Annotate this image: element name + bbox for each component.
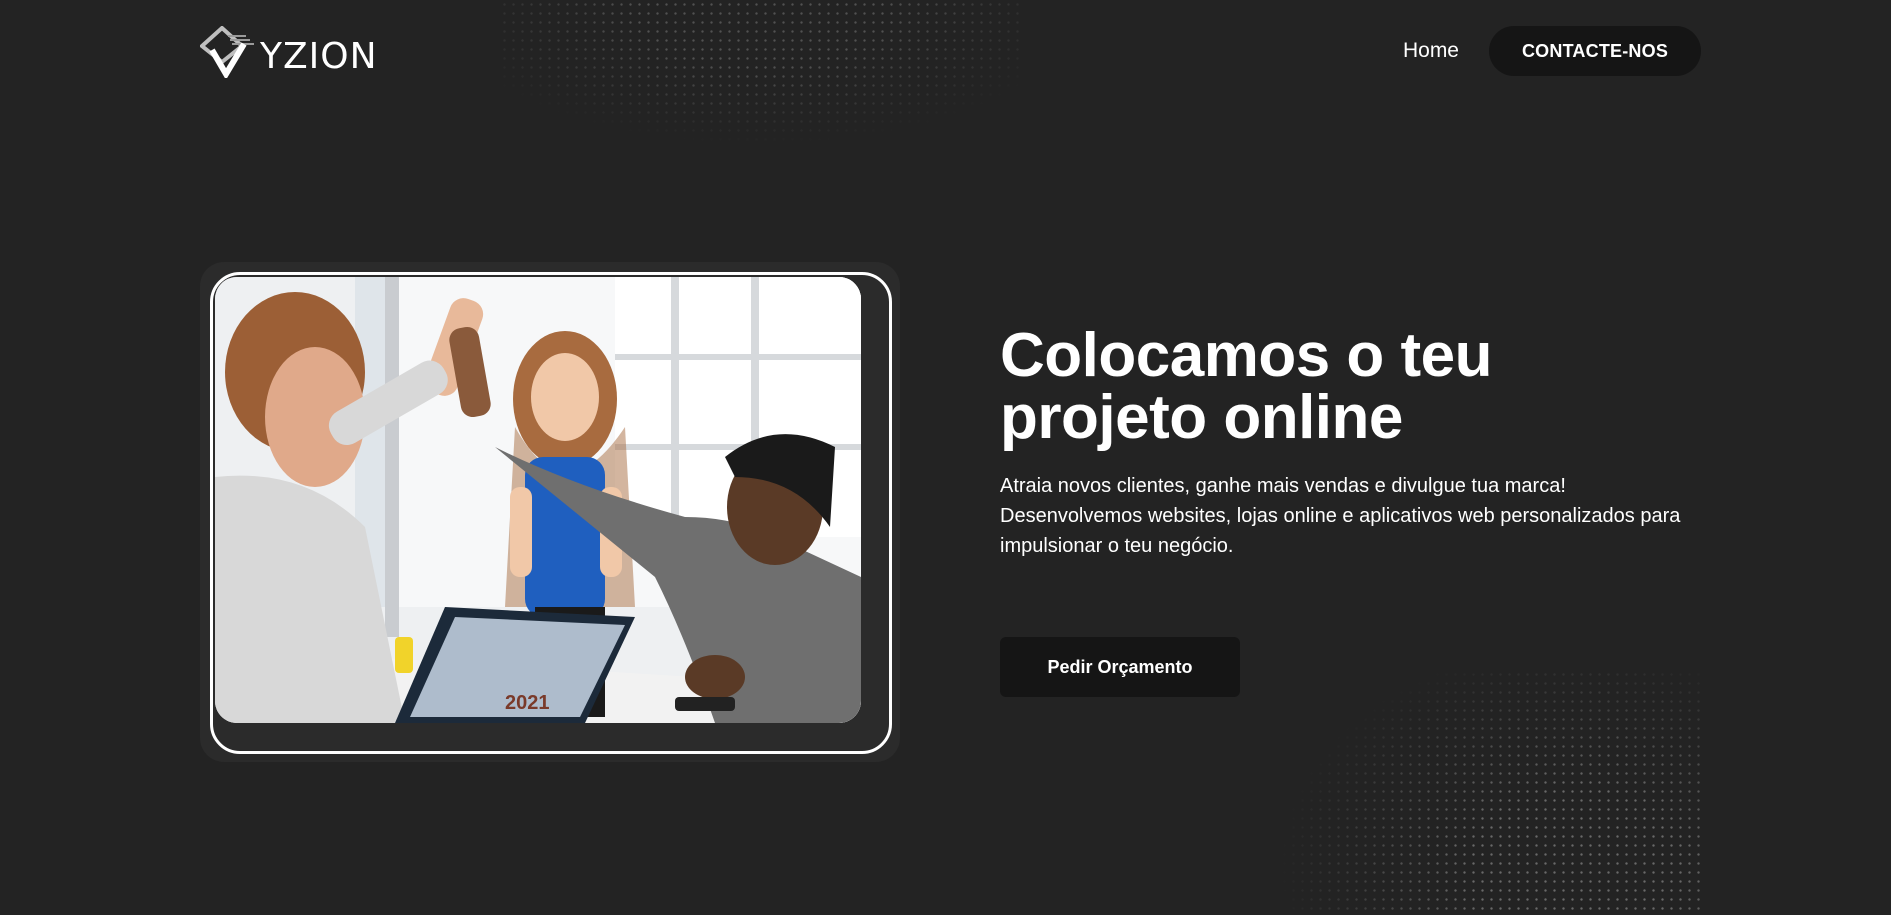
team-photo-illustration: 2021 <box>215 277 861 723</box>
team-high-five-photo: 2021 <box>215 277 861 723</box>
brand-logo[interactable]: YZION <box>200 26 378 78</box>
hero-description: Atraia novos clientes, ganhe mais vendas… <box>1000 475 1681 557</box>
nav-home-link[interactable]: Home <box>1403 39 1459 63</box>
hero-title: Colocamos o teu projeto online <box>1000 321 1493 452</box>
landing-page: YZION Home CONTACTE-NOS 2021 Colocamos o… <box>0 0 1891 915</box>
laptop-year-text: 2021 <box>505 692 550 714</box>
request-quote-button[interactable]: Pedir Orçamento <box>1000 637 1240 697</box>
brand-name: YZION <box>260 36 378 77</box>
main-nav: Home CONTACTE-NOS <box>1403 26 1701 76</box>
hero-image-card: 2021 <box>200 262 900 762</box>
diamond-v-logo-icon <box>200 26 254 78</box>
contact-button[interactable]: CONTACTE-NOS <box>1489 26 1701 76</box>
dot-pattern-bottom <box>1280 670 1700 915</box>
hero-section: Colocamos o teu projeto online Atraia no… <box>1000 325 1700 561</box>
site-header: YZION Home CONTACTE-NOS <box>0 0 1891 100</box>
